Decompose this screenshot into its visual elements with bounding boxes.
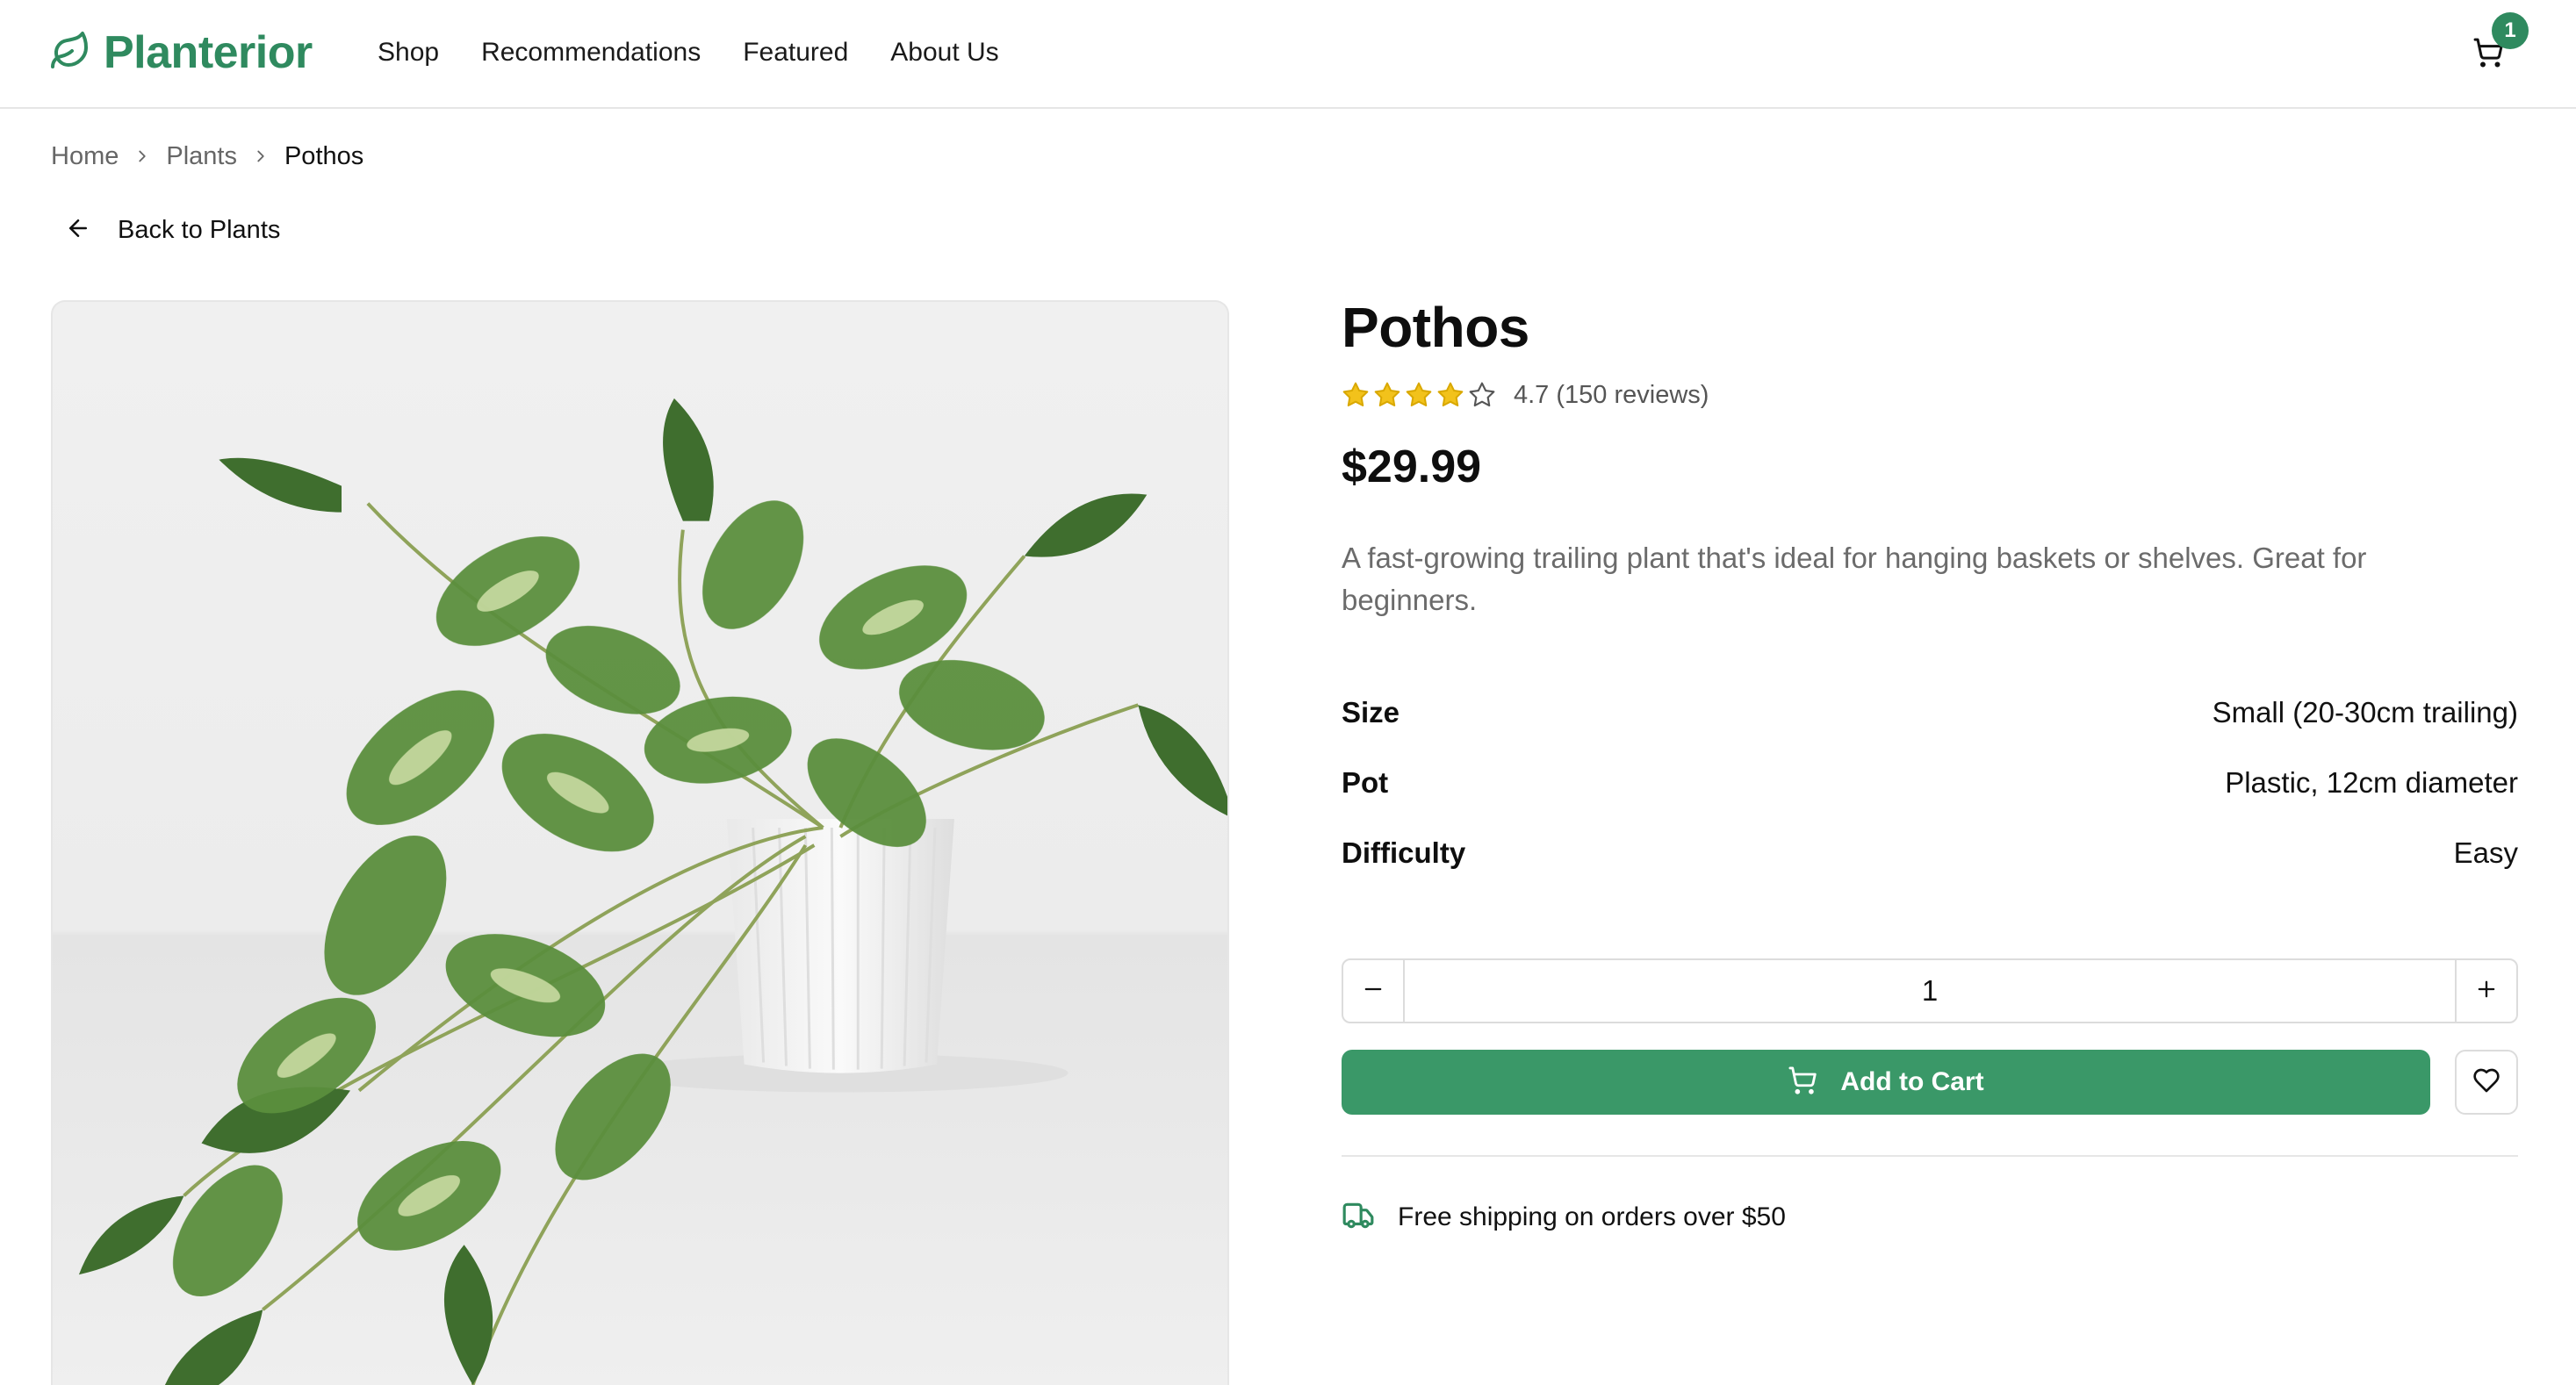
shipping-text: Free shipping on orders over $50 <box>1398 1202 1786 1231</box>
brand-logo[interactable]: Planterior <box>49 26 313 79</box>
shopping-cart-icon <box>1788 1066 1817 1100</box>
spec-value: Small (20-30cm trailing) <box>2212 696 2518 728</box>
back-to-plants-link[interactable]: Back to Plants <box>65 211 280 249</box>
quantity-input[interactable] <box>1405 960 2455 1022</box>
nav-item-featured[interactable]: Featured <box>743 38 848 68</box>
star-filled-icon <box>1405 381 1433 409</box>
spec-row-pot: Pot Plastic, 12cm diameter <box>1342 764 2518 802</box>
rating-summary: 4.7 (150 reviews) <box>1514 380 1709 409</box>
breadcrumb-plants[interactable]: Plants <box>166 142 237 171</box>
cart-count-badge: 1 <box>2492 12 2529 49</box>
minus-icon <box>1361 977 1385 1006</box>
spec-label: Pot <box>1342 766 1389 799</box>
star-filled-icon <box>1436 381 1464 409</box>
add-to-cart-label: Add to Cart <box>1840 1067 1984 1096</box>
spec-value: Plastic, 12cm diameter <box>2225 766 2518 799</box>
brand-name: Planterior <box>104 27 313 78</box>
wishlist-button[interactable] <box>2455 1050 2518 1115</box>
star-filled-icon <box>1342 381 1370 409</box>
leaf-icon <box>49 30 91 76</box>
spec-value: Easy <box>2453 836 2518 869</box>
main-nav: Shop Recommendations Featured About Us <box>378 33 999 72</box>
quantity-increase-button[interactable] <box>2455 960 2516 1022</box>
product-description: A fast-growing trailing plant that's ide… <box>1342 542 2367 616</box>
product-title: Pothos <box>1342 296 1529 359</box>
site-header: Planterior Shop Recommendations Featured… <box>0 0 2576 109</box>
nav-item-shop[interactable]: Shop <box>378 38 439 68</box>
spec-label: Size <box>1342 696 1400 728</box>
heart-icon <box>2472 1066 2500 1099</box>
star-empty-icon <box>1468 381 1496 409</box>
chevron-right-icon <box>133 147 152 166</box>
star-filled-icon <box>1373 381 1401 409</box>
spec-row-size: Size Small (20-30cm trailing) <box>1342 693 2518 732</box>
breadcrumb-current: Pothos <box>284 141 364 170</box>
add-to-cart-button[interactable]: Add to Cart <box>1342 1050 2430 1115</box>
spec-row-difficulty: Difficulty Easy <box>1342 834 2518 872</box>
product-rating: 4.7 (150 reviews) <box>1342 376 1709 414</box>
arrow-left-icon <box>65 215 91 246</box>
breadcrumb-home[interactable]: Home <box>51 142 119 171</box>
plus-icon <box>2474 977 2499 1006</box>
nav-item-about-us[interactable]: About Us <box>890 38 998 68</box>
nav-item-recommendations[interactable]: Recommendations <box>481 38 701 68</box>
product-image[interactable] <box>51 300 1229 1385</box>
chevron-right-icon <box>251 147 270 166</box>
section-divider <box>1342 1155 2518 1157</box>
product-price: $29.99 <box>1342 441 1482 492</box>
truck-icon <box>1342 1199 1375 1237</box>
quantity-decrease-button[interactable] <box>1343 960 1405 1022</box>
quantity-stepper <box>1342 958 2518 1023</box>
spec-label: Difficulty <box>1342 836 1466 869</box>
shipping-info: Free shipping on orders over $50 <box>1342 1197 1786 1238</box>
pothos-plant-illustration <box>78 398 1227 1385</box>
back-link-label: Back to Plants <box>118 215 281 244</box>
breadcrumb: Home Plants Pothos <box>51 139 363 174</box>
